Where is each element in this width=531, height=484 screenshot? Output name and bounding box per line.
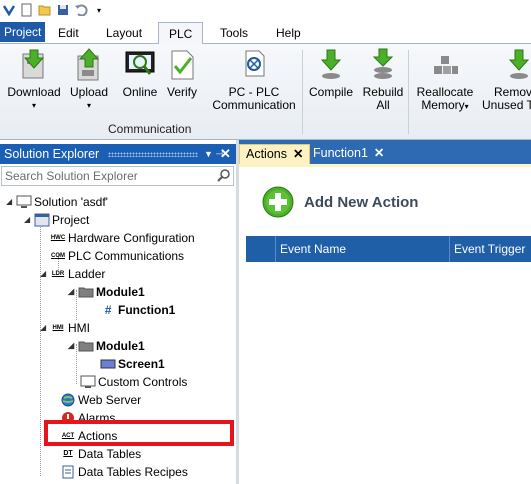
actions-highlight-box — [44, 420, 234, 446]
tree-node-hmi[interactable]: ◢ HMI HMI — [40, 319, 90, 337]
tree-node-plc-communications[interactable]: COM PLC Communications — [50, 247, 184, 265]
add-plus-icon — [262, 186, 294, 218]
row-selector-header — [246, 236, 276, 262]
tree-node-screen1[interactable]: Screen1 — [100, 355, 165, 373]
folder-icon — [78, 285, 94, 299]
hmi-icon: HMI — [52, 325, 64, 331]
collapse-icon[interactable]: ◢ — [40, 319, 50, 337]
app-icon[interactable] — [2, 3, 16, 17]
open-folder-icon[interactable] — [38, 3, 52, 17]
download-icon — [22, 49, 45, 79]
tab-edit[interactable]: Edit — [50, 22, 87, 44]
online-button[interactable]: Online — [120, 48, 160, 99]
tree-node-web-server[interactable]: Web Server — [60, 391, 141, 409]
upload-button[interactable]: Upload ▾ — [66, 48, 112, 112]
collapse-icon[interactable]: ◢ — [6, 193, 16, 211]
ribbon: Download ▾ Upload ▾ Online Verify PC - P… — [0, 44, 531, 140]
screen-icon — [100, 357, 116, 371]
tree-node-hardware-configuration[interactable]: HWC Hardware Configuration — [50, 229, 195, 247]
custom-controls-icon — [80, 375, 96, 389]
function-icon: # — [104, 303, 112, 317]
collapse-icon[interactable]: ◢ — [24, 211, 34, 229]
rebuild-all-button[interactable]: Rebuild All — [360, 48, 406, 112]
download-button[interactable]: Download ▾ — [6, 48, 62, 112]
tab-tools[interactable]: Tools — [212, 22, 256, 44]
tree-node-solution[interactable]: ◢ Solution 'asdf' — [6, 193, 108, 211]
pc-plc-communication-button[interactable]: PC - PLC Communication — [210, 48, 298, 112]
tab-help[interactable]: Help — [268, 22, 309, 44]
tree-node-data-tables[interactable]: DT Data Tables — [60, 445, 141, 463]
save-icon[interactable] — [56, 3, 70, 17]
dt-icon: DT — [63, 450, 73, 457]
solution-search-input[interactable]: Search Solution Explorer — [1, 166, 234, 186]
ldr-icon: LDR — [51, 271, 65, 277]
menu-bar: Project Edit Layout PLC Tools Help — [0, 20, 531, 45]
solution-icon — [16, 195, 32, 209]
verify-icon — [171, 50, 194, 80]
upload-icon — [77, 48, 100, 81]
undo-icon[interactable] — [74, 3, 88, 17]
recipe-table-icon — [60, 465, 76, 479]
rebuild-all-icon — [372, 48, 394, 79]
quick-access-toolbar: ▾ — [0, 0, 531, 20]
reallocate-memory-icon — [434, 56, 458, 74]
add-new-action-button[interactable]: Add New Action — [262, 186, 418, 218]
tab-project[interactable]: Project — [0, 22, 46, 42]
remove-unused-icon — [508, 49, 530, 79]
dropdown-arrow-icon[interactable]: ▾ — [92, 3, 106, 17]
new-file-icon[interactable] — [20, 3, 34, 17]
reallocate-memory-button[interactable]: Reallocate Memory▾ — [412, 48, 478, 113]
collapse-icon[interactable]: ◢ — [68, 337, 78, 355]
com-icon: COM — [51, 253, 65, 259]
tab-layout[interactable]: Layout — [98, 22, 150, 44]
tab-function1[interactable]: Function1 ✕ — [307, 144, 390, 164]
globe-icon — [60, 393, 76, 407]
column-header-event-trigger[interactable]: Event Trigger — [450, 236, 531, 262]
tree-node-custom-controls[interactable]: Custom Controls — [80, 373, 187, 391]
online-monitor-icon — [125, 51, 155, 75]
hwc-icon: HWC — [50, 235, 66, 241]
tree-node-data-tables-recipes[interactable]: Data Tables Recipes — [60, 463, 188, 481]
compile-icon — [320, 49, 342, 79]
folder-icon — [78, 339, 94, 353]
tab-plc[interactable]: PLC — [158, 22, 204, 45]
compile-button[interactable]: Compile — [306, 48, 356, 99]
solution-explorer-title: Solution Explorer — [4, 147, 100, 161]
tree-node-ladder[interactable]: ◢ LDR Ladder — [40, 265, 105, 283]
remove-unused-button[interactable]: Remov Unused T — [478, 48, 531, 112]
document-tab-bar: Actions ✕ Function1 ✕ — [239, 140, 531, 164]
close-icon[interactable]: ✕ — [220, 144, 231, 164]
tree-node-project[interactable]: ◢ Project — [24, 211, 89, 229]
actions-grid-header: Event Name Event Trigger — [246, 236, 531, 262]
close-icon[interactable]: ✕ — [374, 146, 384, 160]
solution-explorer-title-bar: Solution Explorer ▼ ⊣ ✕ — [0, 144, 236, 164]
communication-icon — [245, 50, 265, 77]
group-label-communication: Communication — [108, 122, 192, 136]
search-icon[interactable] — [217, 168, 231, 187]
tree-node-hmi-module1[interactable]: ◢ Module1 — [68, 337, 145, 355]
tree-node-function1[interactable]: # Function1 — [100, 301, 176, 319]
gripper-dots — [108, 152, 198, 157]
ribbon-separator — [408, 50, 409, 134]
project-icon — [34, 213, 50, 227]
tab-actions[interactable]: Actions ✕ — [239, 144, 311, 164]
tree-node-ladder-module1[interactable]: ◢ Module1 — [68, 283, 145, 301]
collapse-icon[interactable]: ◢ — [40, 265, 50, 283]
verify-button[interactable]: Verify — [164, 48, 200, 99]
ribbon-separator — [302, 50, 303, 134]
column-header-event-name[interactable]: Event Name — [276, 236, 450, 262]
close-icon[interactable]: ✕ — [293, 147, 303, 161]
collapse-icon[interactable]: ◢ — [68, 283, 78, 301]
